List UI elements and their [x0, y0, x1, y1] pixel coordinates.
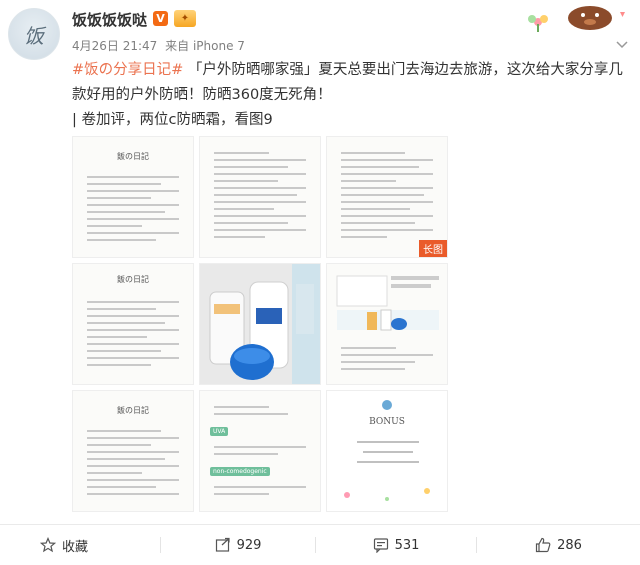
- chevron-down-icon[interactable]: [616, 38, 628, 52]
- author-name[interactable]: 饭饭饭饭哒: [72, 9, 147, 30]
- repost-icon: [215, 537, 230, 552]
- like-button[interactable]: 286: [477, 525, 640, 565]
- bonus-decor: [344, 400, 430, 501]
- product-photo-thumbnail[interactable]: [199, 263, 321, 385]
- image-thumbnail[interactable]: 飯の日記: [72, 263, 194, 385]
- comment-icon: [373, 538, 388, 553]
- medal-icon[interactable]: ✦: [174, 10, 196, 27]
- long-image-badge: 长图: [419, 240, 447, 257]
- comment-button[interactable]: 531: [316, 525, 476, 565]
- comparison-photo: [336, 275, 439, 331]
- thumbs-up-icon: [535, 537, 551, 553]
- avatar[interactable]: 饭: [8, 8, 60, 60]
- action-bar: 收藏 929 531 286: [0, 524, 640, 564]
- post-meta: 4月26日 21:47 来自 iPhone 7: [72, 37, 249, 54]
- image-thumbnail[interactable]: 飯の日記: [72, 390, 194, 512]
- image-thumbnail[interactable]: UVA non-comedogenic: [199, 390, 321, 512]
- post-source: 来自 iPhone 7: [165, 39, 245, 53]
- image-thumbnail[interactable]: 长图: [326, 136, 448, 258]
- favorite-button[interactable]: 收藏: [0, 525, 128, 565]
- post-body-2: | 卷加评，两位c防晒霜，看图9: [72, 112, 273, 128]
- like-count: 286: [557, 537, 582, 553]
- vip-badge[interactable]: V: [153, 11, 168, 26]
- image-thumbnail[interactable]: [199, 136, 321, 258]
- repost-button[interactable]: 929: [161, 525, 315, 565]
- favorite-label: 收藏: [61, 539, 88, 555]
- hashtag-link[interactable]: #饭の分享日记#: [72, 62, 183, 78]
- avatar-glyph: 饭: [24, 23, 44, 48]
- comment-count: 531: [394, 537, 420, 553]
- image-thumbnail[interactable]: [326, 263, 448, 385]
- post-text: #饭の分享日记# 「户外防晒哪家强」夏天总要出门去海边去旅游，这次给大家分享几款…: [72, 58, 630, 133]
- decoration-sticker: [528, 6, 625, 32]
- star-icon: [39, 537, 56, 553]
- image-thumbnail[interactable]: BONUS: [326, 390, 448, 512]
- repost-count: 929: [236, 537, 262, 553]
- post-date[interactable]: 4月26日 21:47: [72, 39, 157, 53]
- image-thumbnail[interactable]: 飯の日記: [72, 136, 194, 258]
- sunscreen-photo: [200, 264, 320, 384]
